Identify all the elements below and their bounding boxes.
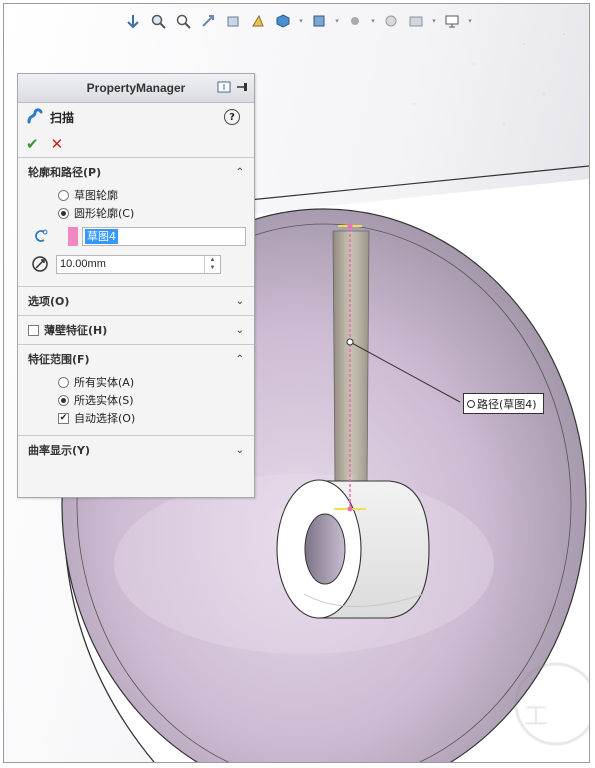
window-border xyxy=(3,3,590,763)
cad-window: 工 ▾ ▾ ▾ ▾ ▾ 路径(草图4) PropertyManager 扫描 ?… xyxy=(0,0,595,768)
